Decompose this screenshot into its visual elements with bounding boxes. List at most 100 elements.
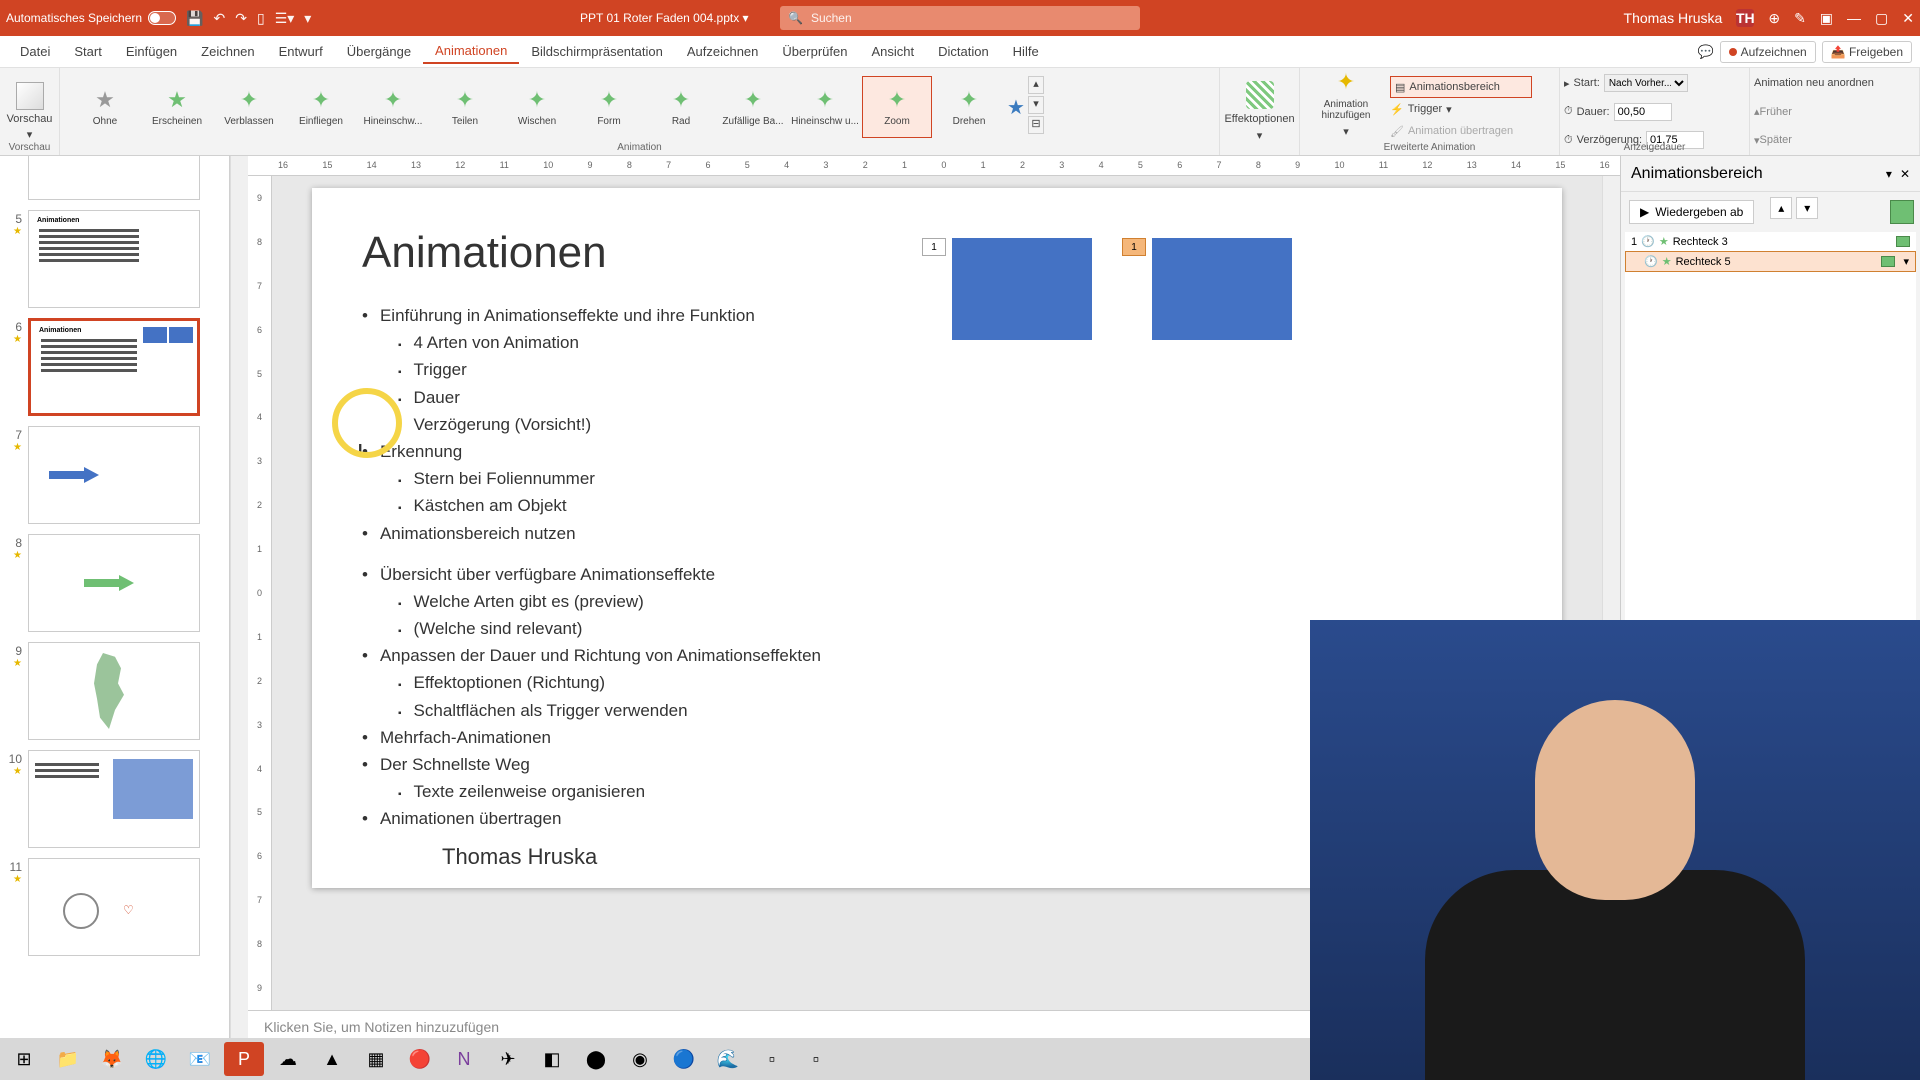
user-name[interactable]: Thomas Hruska [1624,10,1723,26]
tab-entwurf[interactable]: Entwurf [267,40,335,63]
anim-drehen[interactable]: ✦Drehen [934,76,1004,138]
move-up-button[interactable]: ▴ [1770,197,1792,219]
tab-animationen[interactable]: Animationen [423,39,519,64]
tab-uebergaenge[interactable]: Übergänge [335,40,423,63]
tab-dictation[interactable]: Dictation [926,40,1001,63]
timeline-bar-1[interactable] [1896,236,1910,247]
maximize-icon[interactable]: ▢ [1875,10,1888,27]
coming-soon-icon[interactable]: ⊕ [1768,10,1780,27]
autosave-switch-icon[interactable] [148,11,176,25]
play-from-button[interactable]: ▶ Wiedergeben ab [1629,200,1754,224]
item-menu-icon[interactable]: ▾ [1903,255,1909,268]
tab-hilfe[interactable]: Hilfe [1001,40,1051,63]
app-icon-6[interactable]: 🔵 [664,1042,704,1076]
anim-verblassen[interactable]: ✦Verblassen [214,76,284,138]
move-down-button[interactable]: ▾ [1796,197,1818,219]
explorer-icon[interactable]: 📁 [48,1042,88,1076]
tab-einfuegen[interactable]: Einfügen [114,40,189,63]
start-button[interactable]: ⊞ [4,1042,44,1076]
touch-mode-icon[interactable]: ☰▾ [275,10,295,27]
anim-tag-2[interactable]: 1 [1122,238,1146,256]
from-beginning-icon[interactable]: ▯ [257,10,265,27]
ribbon-effect-options[interactable]: Effektoptionen▾ [1220,68,1300,155]
comments-icon[interactable]: 💬 [1697,44,1713,60]
animpane-options-icon[interactable]: ▾ [1886,167,1892,181]
pen-icon[interactable]: ✎ [1794,10,1806,27]
tab-start[interactable]: Start [62,40,113,63]
rechteck-3[interactable] [952,238,1092,340]
thumbs-scrollbar[interactable] [230,156,248,1048]
anim-erscheinen[interactable]: ★Erscheinen [142,76,212,138]
vlc-icon[interactable]: ▲ [312,1042,352,1076]
search-box[interactable]: 🔍 [780,6,1140,30]
gallery-up-icon[interactable]: ▴ [1028,76,1044,94]
save-icon[interactable]: 💾 [186,10,203,27]
thumb-11[interactable]: 11★ ♡ [6,858,223,956]
tab-zeichnen[interactable]: Zeichnen [189,40,266,63]
tab-datei[interactable]: Datei [8,40,62,63]
tab-ansicht[interactable]: Ansicht [859,40,926,63]
anim-wachsen[interactable]: ✦Hineinschw u... [790,76,860,138]
outlook-icon[interactable]: 📧 [180,1042,220,1076]
app-icon-1[interactable]: ☁ [268,1042,308,1076]
anim-zoom[interactable]: ✦Zoom [862,76,932,138]
thumb-8[interactable]: 8★ [6,534,223,632]
rechteck-5[interactable] [1152,238,1292,340]
animpane-close-icon[interactable]: ✕ [1900,167,1910,181]
app-icon-4[interactable]: ◧ [532,1042,572,1076]
anim-einfliegen[interactable]: ✦Einfliegen [286,76,356,138]
thumb-4-partial[interactable] [6,156,223,200]
tab-bildschirmpraesentation[interactable]: Bildschirmpräsentation [519,40,675,63]
share-button[interactable]: 📤 Freigeben [1822,41,1912,63]
anim-rad[interactable]: ✦Rad [646,76,716,138]
anim-zufaellige[interactable]: ✦Zufällige Ba... [718,76,788,138]
thumb-5[interactable]: 5★ Animationen [6,210,223,308]
thumb-6[interactable]: 6★ Animationen [6,318,223,416]
app-icon-8[interactable]: ▫ [796,1042,836,1076]
obs-icon[interactable]: ⬤ [576,1042,616,1076]
redo-icon[interactable]: ↷ [235,10,247,27]
anim-form[interactable]: ✦Form [574,76,644,138]
animation-gallery[interactable]: ★Ohne ★Erscheinen ✦Verblassen ✦Einfliege… [66,72,1213,151]
animation-pane-button[interactable]: ▤ Animationsbereich [1390,76,1532,98]
app-icon-2[interactable]: ▦ [356,1042,396,1076]
timeline-bar-2[interactable] [1881,256,1895,267]
window-layout-icon[interactable]: ▣ [1820,10,1833,27]
anim-hineinschweben[interactable]: ✦Hineinschw... [358,76,428,138]
autosave-toggle[interactable]: Automatisches Speichern [6,11,176,25]
record-button[interactable]: Aufzeichnen [1720,41,1816,63]
slide-thumbnails[interactable]: 5★ Animationen 6★ Animationen 7★ 8★ 9★ 1… [0,156,230,1048]
anim-tag-1[interactable]: 1 [922,238,946,256]
gallery-down-icon[interactable]: ▾ [1028,96,1044,114]
app-icon-7[interactable]: ▫ [752,1042,792,1076]
thumb-7[interactable]: 7★ [6,426,223,524]
app-icon-3[interactable]: 🔴 [400,1042,440,1076]
seconds-view-icon[interactable] [1890,200,1914,224]
thumb-10[interactable]: 10★ [6,750,223,848]
trigger-button[interactable]: ⚡ Trigger ▾ [1390,98,1532,120]
duration-input[interactable] [1614,103,1672,121]
anim-item-2[interactable]: 🕐★Rechteck 5 ▾ [1625,251,1916,272]
qat-more-icon[interactable]: ▾ [304,10,311,27]
onenote-icon[interactable]: N [444,1042,484,1076]
anim-item-1[interactable]: 1🕐★Rechteck 3 [1625,232,1916,251]
move-earlier-button[interactable]: ▴ Früher [1754,101,1915,123]
tab-aufzeichnen[interactable]: Aufzeichnen [675,40,771,63]
document-filename[interactable]: PPT 01 Roter Faden 004.pptx ▾ [580,11,749,25]
app-icon-5[interactable]: ◉ [620,1042,660,1076]
user-avatar-icon[interactable]: TH [1736,9,1754,27]
search-input[interactable] [811,11,1132,25]
start-select[interactable]: Nach Vorher... [1604,74,1688,92]
anim-more[interactable]: ★ [1006,76,1026,138]
slide-body[interactable]: Einführung in Animationseffekte und ihre… [362,302,1512,547]
edge-icon[interactable]: 🌊 [708,1042,748,1076]
anim-ohne[interactable]: ★Ohne [70,76,140,138]
add-animation-button[interactable]: ✦ Animation hinzufügen▾ [1306,72,1386,134]
anim-teilen[interactable]: ✦Teilen [430,76,500,138]
chrome-icon[interactable]: 🌐 [136,1042,176,1076]
firefox-icon[interactable]: 🦊 [92,1042,132,1076]
tab-ueberpruefen[interactable]: Überprüfen [770,40,859,63]
powerpoint-icon[interactable]: P [224,1042,264,1076]
close-icon[interactable]: ✕ [1902,10,1914,27]
anim-wischen[interactable]: ✦Wischen [502,76,572,138]
